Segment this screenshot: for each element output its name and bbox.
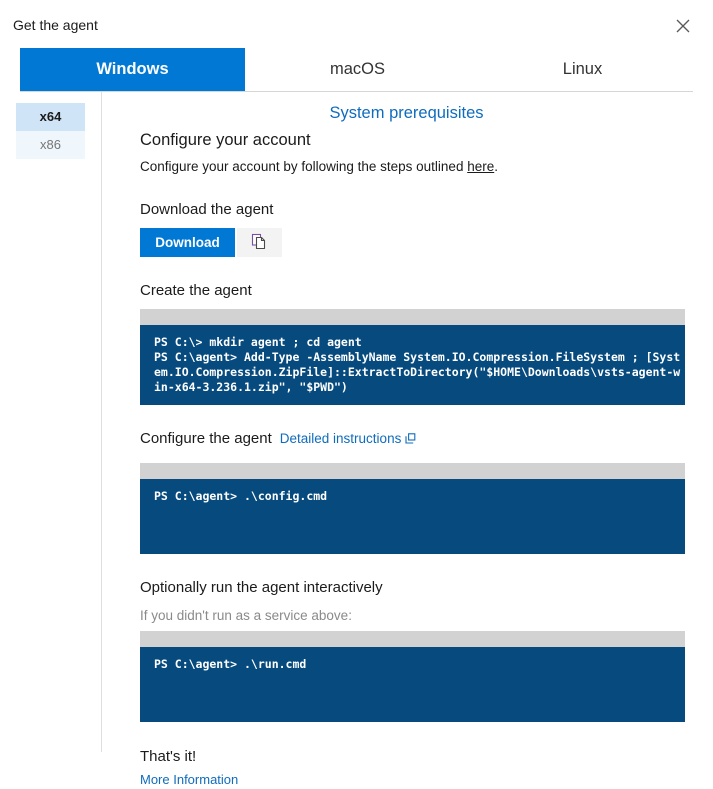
create-agent-heading: Create the agent — [140, 282, 252, 299]
run-interactively-heading: Optionally run the agent interactively — [140, 579, 383, 596]
architecture-sidebar: x64 x86 — [0, 92, 102, 752]
configure-account-heading: Configure your account — [140, 131, 311, 149]
tab-linux[interactable]: Linux — [470, 48, 695, 91]
close-icon[interactable] — [672, 15, 694, 37]
create-agent-codeblock: PS C:\> mkdir agent ; cd agent PS C:\age… — [140, 309, 685, 405]
external-link-icon — [405, 432, 416, 447]
codeblock-toolbar — [140, 463, 685, 479]
detailed-instructions-link[interactable]: Detailed instructions — [280, 431, 417, 447]
tab-windows[interactable]: Windows — [20, 48, 245, 91]
run-interactively-note: If you didn't run as a service above: — [140, 608, 352, 623]
window-titlebar: Get the agent — [0, 0, 713, 48]
window-title: Get the agent — [13, 17, 98, 33]
more-information-link[interactable]: More Information — [140, 772, 238, 787]
create-agent-code[interactable]: PS C:\> mkdir agent ; cd agent PS C:\age… — [140, 325, 685, 405]
configure-agent-heading: Configure the agent — [140, 430, 272, 447]
system-prerequisites-link[interactable]: System prerequisites — [140, 104, 673, 123]
configure-account-text-after: . — [494, 159, 498, 174]
configure-account-text: Configure your account by following the … — [140, 157, 713, 176]
codeblock-toolbar — [140, 631, 685, 647]
platform-tabs: Windows macOS Linux — [20, 48, 693, 92]
sidebar-item-x64[interactable]: x64 — [16, 103, 85, 131]
configure-account-text-before: Configure your account by following the … — [140, 159, 468, 174]
configure-agent-codeblock: PS C:\agent> .\config.cmd — [140, 463, 685, 554]
download-button[interactable]: Download — [140, 228, 235, 257]
download-agent-heading: Download the agent — [140, 201, 274, 218]
download-row: Download — [140, 228, 713, 257]
configure-agent-code[interactable]: PS C:\agent> .\config.cmd — [140, 479, 685, 554]
codeblock-toolbar — [140, 309, 685, 325]
configure-agent-heading-row: Configure the agent Detailed instruction… — [140, 405, 713, 457]
instructions-panel: System prerequisites Configure your acco… — [102, 92, 713, 787]
detailed-instructions-label: Detailed instructions — [279, 431, 402, 446]
run-agent-code[interactable]: PS C:\agent> .\run.cmd — [140, 647, 685, 722]
dialog-content: x64 x86 System prerequisites Configure y… — [0, 92, 713, 787]
run-agent-codeblock: PS C:\agent> .\run.cmd — [140, 631, 685, 722]
copy-icon — [251, 233, 268, 253]
sidebar-item-x86[interactable]: x86 — [16, 131, 85, 159]
copy-download-url-button[interactable] — [237, 228, 282, 257]
here-link[interactable]: here — [467, 159, 494, 174]
tab-macos[interactable]: macOS — [245, 48, 470, 91]
